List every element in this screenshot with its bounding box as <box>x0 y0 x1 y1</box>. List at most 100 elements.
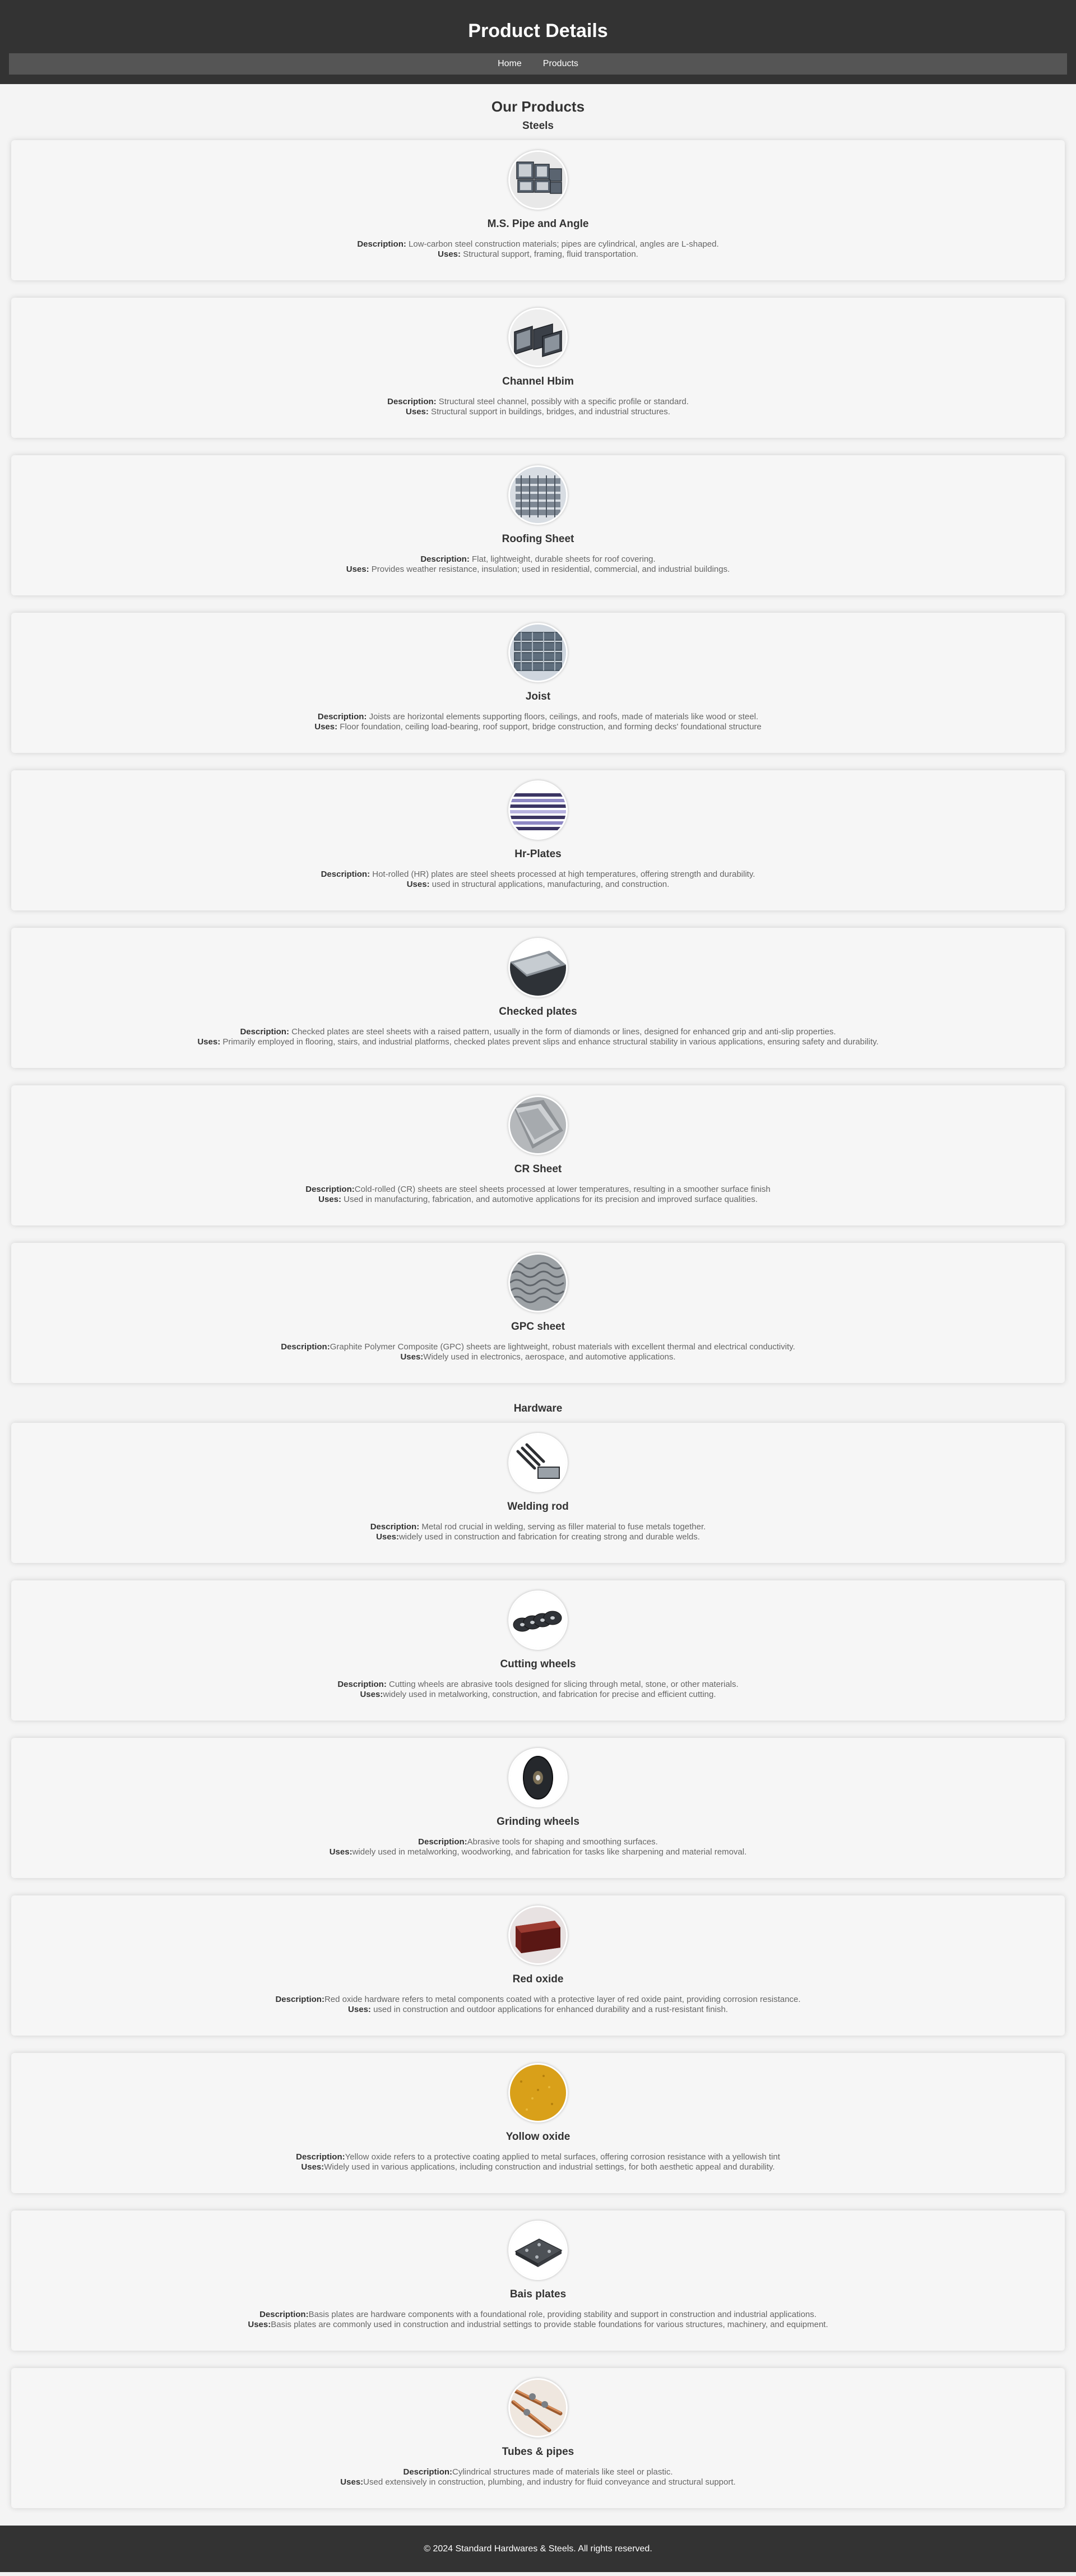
checked-plate-image <box>508 938 568 997</box>
product-uses: Uses: Structural support, framing, fluid… <box>11 249 1065 260</box>
product-card: Cutting wheels Description: Cutting whee… <box>11 1580 1065 1721</box>
product-name: CR Sheet <box>514 1163 562 1175</box>
site-header: Product Details Home Products <box>0 0 1076 84</box>
description-label: Description: <box>370 1522 420 1532</box>
product-name: Cutting wheels <box>500 1658 576 1670</box>
product-details: Description: Joists are horizontal eleme… <box>11 712 1065 732</box>
product-card: Checked plates Description: Checked plat… <box>11 928 1065 1068</box>
product-description: Description:Basis plates are hardware co… <box>11 2310 1065 2320</box>
section-heading: Our Products <box>491 98 585 115</box>
product-description: Description: Structural steel channel, p… <box>11 397 1065 407</box>
nav-link-home[interactable]: Home <box>498 59 522 69</box>
uses-label: Uses: <box>346 565 369 574</box>
uses-text: Floor foundation, ceiling load-bearing, … <box>337 722 762 732</box>
description-label: Description: <box>337 1680 387 1689</box>
product-name: Red oxide <box>512 1973 564 1985</box>
description-text: Yellow oxide refers to a protective coat… <box>345 2152 780 2162</box>
description-label: Description: <box>403 2467 453 2477</box>
uses-label: Uses: <box>329 1847 353 1857</box>
description-label: Description: <box>296 2152 345 2162</box>
cr-sheet-image <box>508 1095 568 1155</box>
product-description: Description:Cylindrical structures made … <box>11 2467 1065 2477</box>
description-text: Structural steel channel, possibly with … <box>436 397 689 406</box>
product-details: Description: Checked plates are steel sh… <box>11 1027 1065 1047</box>
product-description: Description:Abrasive tools for shaping a… <box>11 1837 1065 1847</box>
description-label: Description: <box>259 2310 309 2319</box>
description-label: Description: <box>387 397 437 406</box>
uses-label: Uses: <box>400 1352 424 1362</box>
uses-label: Uses: <box>406 407 429 417</box>
product-card: M.S. Pipe and Angle Description: Low-car… <box>11 140 1065 280</box>
uses-text: widely used in metalworking, constructio… <box>383 1690 716 1699</box>
product-description: Description:Red oxide hardware refers to… <box>11 1995 1065 2005</box>
product-uses: Uses:Used extensively in construction, p… <box>11 2477 1065 2487</box>
product-description: Description: Hot-rolled (HR) plates are … <box>11 870 1065 880</box>
description-text: Cylindrical structures made of materials… <box>452 2467 673 2477</box>
product-name: Tubes & pipes <box>502 2446 574 2458</box>
uses-label: Uses: <box>318 1195 341 1204</box>
copper-pipes-image <box>508 2378 568 2438</box>
product-card: Grinding wheels Description:Abrasive too… <box>11 1738 1065 1878</box>
description-label: Description: <box>275 1995 324 2004</box>
description-text: Low-carbon steel construction materials;… <box>406 239 719 249</box>
product-details: Description:Cold-rolled (CR) sheets are … <box>11 1185 1065 1205</box>
joist-image <box>508 623 568 682</box>
product-description: Description: Flat, lightweight, durable … <box>11 554 1065 565</box>
uses-label: Uses: <box>438 249 461 259</box>
yellow-oxide-image <box>508 2063 568 2122</box>
product-name: Yollow oxide <box>505 2131 571 2143</box>
product-name: Roofing Sheet <box>502 533 574 545</box>
product-uses: Uses: Structural support in buildings, b… <box>11 407 1065 417</box>
uses-text: Provides weather resistance, insulation;… <box>369 565 730 574</box>
uses-text: Used in manufacturing, fabrication, and … <box>341 1195 758 1204</box>
description-text: Graphite Polymer Composite (GPC) sheets … <box>330 1342 795 1352</box>
product-card: CR Sheet Description:Cold-rolled (CR) sh… <box>11 1085 1065 1225</box>
product-uses: Uses: used in structural applications, m… <box>11 880 1065 890</box>
product-card: Hr-Plates Description: Hot-rolled (HR) p… <box>11 770 1065 910</box>
product-card: Yollow oxide Description:Yellow oxide re… <box>11 2053 1065 2193</box>
categories: Steels M.S. Pipe and Angle Description: … <box>11 118 1065 2508</box>
description-text: Hot-rolled (HR) plates are steel sheets … <box>370 870 755 879</box>
description-label: Description: <box>418 1837 467 1847</box>
product-details: Description: Structural steel channel, p… <box>11 397 1065 417</box>
product-details: Description:Red oxide hardware refers to… <box>11 1995 1065 2015</box>
description-text: Basis plates are hardware components wit… <box>308 2310 817 2319</box>
description-label: Description: <box>357 239 406 249</box>
uses-label: Uses: <box>301 2162 324 2172</box>
product-uses: Uses:Widely used in electronics, aerospa… <box>11 1352 1065 1362</box>
product-uses: Uses:widely used in metalworking, woodwo… <box>11 1847 1065 1857</box>
description-text: Red oxide hardware refers to metal compo… <box>324 1995 801 2004</box>
uses-text: Primarily employed in flooring, stairs, … <box>220 1037 879 1047</box>
description-label: Description: <box>281 1342 330 1352</box>
product-card: Tubes & pipes Description:Cylindrical st… <box>11 2368 1065 2508</box>
product-uses: Uses:Widely used in various applications… <box>11 2162 1065 2172</box>
uses-text: widely used in construction and fabricat… <box>398 1532 700 1542</box>
uses-text: widely used in metalworking, woodworking… <box>352 1847 747 1857</box>
product-uses: Uses: Used in manufacturing, fabrication… <box>11 1195 1065 1205</box>
nav-bar: Home Products <box>9 53 1067 75</box>
description-text: Abrasive tools for shaping and smoothing… <box>467 1837 658 1847</box>
cutting-wheels-image <box>508 1590 568 1650</box>
uses-text: Widely used in electronics, aerospace, a… <box>423 1352 676 1362</box>
page-title: Product Details <box>468 20 608 41</box>
product-name: Checked plates <box>499 1006 577 1018</box>
nav-link-products[interactable]: Products <box>543 59 578 69</box>
product-details: Description: Flat, lightweight, durable … <box>11 554 1065 575</box>
pipes-image <box>508 150 568 210</box>
product-description: Description: Checked plates are steel sh… <box>11 1027 1065 1037</box>
uses-label: Uses: <box>248 2320 271 2329</box>
product-details: Description: Cutting wheels are abrasive… <box>11 1680 1065 1700</box>
uses-text: Widely used in various applications, inc… <box>324 2162 775 2172</box>
product-details: Description: Metal rod crucial in weldin… <box>11 1522 1065 1542</box>
product-description: Description: Cutting wheels are abrasive… <box>11 1680 1065 1690</box>
uses-label: Uses: <box>348 2005 371 2014</box>
product-card: Joist Description: Joists are horizontal… <box>11 613 1065 753</box>
category-title: Steels <box>522 120 554 132</box>
product-uses: Uses:widely used in construction and fab… <box>11 1532 1065 1542</box>
description-text: Joists are horizontal elements supportin… <box>367 712 759 722</box>
site-footer: © 2024 Standard Hardwares & Steels. All … <box>0 2526 1076 2572</box>
product-description: Description: Metal rod crucial in weldin… <box>11 1522 1065 1532</box>
description-text: Cutting wheels are abrasive tools design… <box>386 1680 739 1689</box>
product-name: Channel Hbim <box>502 376 574 387</box>
product-details: Description: Hot-rolled (HR) plates are … <box>11 870 1065 890</box>
